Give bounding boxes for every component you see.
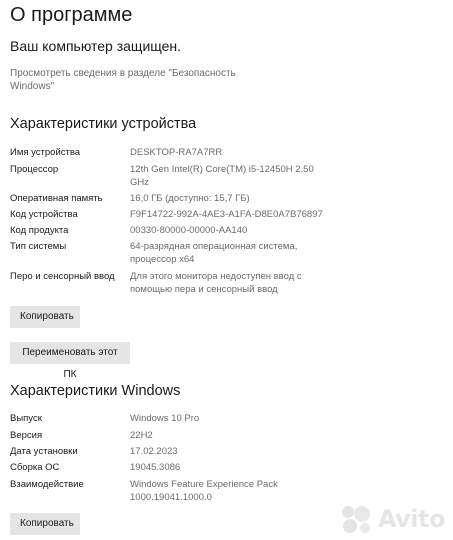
spec-label: Взаимодействие: [10, 479, 84, 490]
spec-label: Процессор: [10, 164, 59, 175]
avito-watermark: Avito: [340, 504, 446, 534]
spec-value: 16,0 ГБ (доступно: 15,7 ГБ): [130, 193, 250, 204]
spec-value: Windows 10 Pro: [130, 413, 200, 424]
spec-label: Код устройства: [10, 209, 78, 220]
spec-label: Код продукта: [10, 225, 69, 236]
copy-windows-specs-button[interactable]: Копировать: [10, 513, 80, 535]
security-status: Ваш компьютер защищен.: [10, 38, 182, 54]
spec-label: Тип системы: [10, 241, 67, 252]
windows-specs-title: Характеристики Windows: [10, 383, 181, 399]
device-specs-title: Характеристики устройства: [10, 116, 197, 132]
security-link[interactable]: Просмотреть сведения в разделе "Безопасн…: [10, 67, 250, 93]
spec-label: Сборка ОС: [10, 462, 60, 473]
spec-label: Перо и сенсорный ввод: [10, 271, 115, 282]
spec-value: DESKTOP-RA7A7RR: [130, 147, 223, 158]
spec-value: 22H2: [130, 430, 153, 441]
spec-value: F9F14722-992A-4AE3-A1FA-D8E0A7B76897: [130, 209, 323, 220]
spec-value: 64-разрядная операционная система, проце…: [130, 241, 298, 265]
rename-pc-button[interactable]: Переименовать этот ПК: [10, 342, 130, 380]
spec-label: Версия: [10, 430, 43, 441]
spec-value: 12th Gen Intel(R) Core(TM) i5-12450H 2.5…: [130, 164, 314, 188]
page-title: О программе: [10, 4, 133, 26]
spec-label: Оперативная память: [10, 193, 103, 204]
spec-label: Дата установки: [10, 446, 78, 457]
spec-label: Имя устройства: [10, 147, 81, 158]
copy-device-specs-button[interactable]: Копировать: [10, 306, 80, 328]
spec-value: Для этого монитора недоступен ввод с пом…: [130, 271, 302, 295]
spec-value: 17.02.2023: [130, 446, 178, 457]
watermark-text: Avito: [377, 505, 446, 533]
avito-logo-icon: [341, 506, 370, 533]
spec-value: Windows Feature Experience Pack 1000.190…: [130, 479, 278, 503]
spec-value: 19045.3086: [130, 462, 181, 473]
spec-label: Выпуск: [10, 413, 42, 424]
spec-value: 00330-80000-00000-AA140: [130, 225, 248, 236]
